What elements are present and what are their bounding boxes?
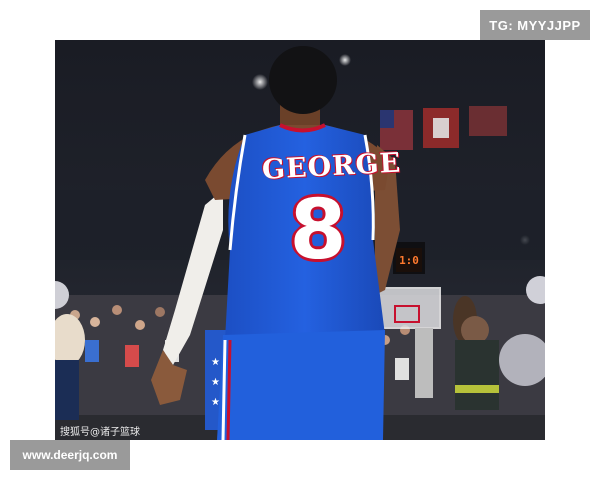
watermark-text: 搜狐号@诸子篮球 xyxy=(60,427,140,438)
jersey-number: 8 xyxy=(289,183,347,278)
svg-text:★: ★ xyxy=(211,357,220,368)
svg-text:★: ★ xyxy=(211,397,220,408)
shot-clock: 1:0 xyxy=(396,248,422,272)
website-label: www.deerjq.com xyxy=(10,440,130,470)
tg-handle-label: TG: MYYJJPP xyxy=(480,10,590,40)
svg-text:★: ★ xyxy=(211,377,220,388)
ceiling-light xyxy=(252,74,268,90)
jersey-name: GEORGE xyxy=(261,147,402,186)
